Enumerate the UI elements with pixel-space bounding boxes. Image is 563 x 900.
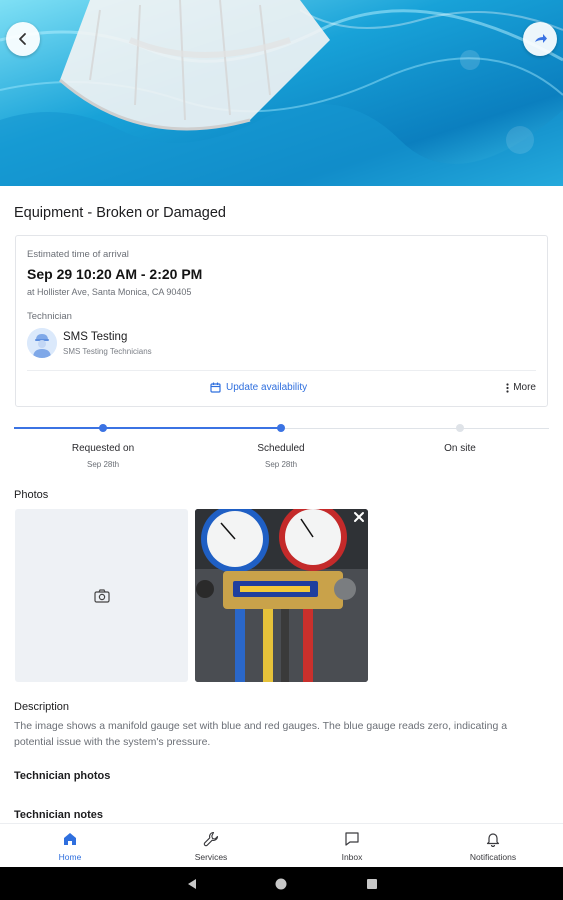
arrow-left-icon: [19, 33, 26, 45]
pool-cleaning-illustration: [0, 0, 563, 186]
eta-time: Sep 29 10:20 AM - 2:20 PM: [27, 266, 203, 282]
step-date-requested: Sep 28th: [86, 460, 120, 469]
eta-label: Estimated time of arrival: [27, 249, 129, 260]
nav-services[interactable]: Services: [161, 824, 261, 868]
step-label-onsite: On site: [444, 443, 476, 454]
nav-inbox[interactable]: Inbox: [302, 824, 402, 868]
step-date-scheduled: Sep 28th: [264, 460, 298, 469]
nav-home-label: Home: [58, 852, 82, 862]
add-photo-button[interactable]: [15, 509, 188, 682]
technician-name: SMS Testing: [63, 331, 128, 343]
step-label-scheduled: Scheduled: [257, 443, 305, 454]
back-button[interactable]: [6, 22, 40, 56]
home-icon: [64, 833, 76, 845]
technician-avatar: [27, 328, 57, 358]
remove-photo-button[interactable]: [352, 510, 366, 524]
technician-avatar-icon: [27, 328, 57, 358]
description-text: The image shows a manifold gauge set wit…: [14, 720, 508, 748]
message-icon: [345, 832, 359, 846]
status-progress: Requested on Sep 28th Scheduled Sep 28th…: [14, 420, 549, 470]
system-home-icon[interactable]: [273, 876, 289, 892]
card-divider: [27, 370, 536, 371]
system-navigation-bar: [0, 867, 563, 900]
more-button[interactable]: More: [506, 382, 536, 393]
progress-track-filled: [14, 427, 282, 429]
technician-notes-heading: Technician notes: [14, 809, 104, 821]
nav-notifications[interactable]: Notifications: [443, 824, 543, 868]
update-availability-label: Update availability: [226, 382, 308, 393]
step-label-requested: Requested on: [71, 443, 135, 454]
calendar-icon: [210, 382, 221, 393]
bell-icon: [486, 833, 500, 847]
close-icon: [354, 512, 364, 522]
uploaded-photo-thumbnail[interactable]: [195, 509, 368, 682]
eta-card: Estimated time of arrival Sep 29 10:20 A…: [15, 235, 548, 407]
system-recents-icon[interactable]: [364, 876, 380, 892]
progress-dot-scheduled: [277, 424, 285, 432]
camera-icon: [93, 588, 110, 603]
more-label: More: [513, 382, 536, 393]
wrench-icon: [203, 831, 219, 847]
bottom-navigation: Home Services Inbox Notifications: [0, 823, 563, 867]
description-heading: Description: [14, 701, 70, 713]
progress-dot-requested: [99, 424, 107, 432]
hero-pool-image: [0, 0, 563, 186]
app-root: Equipment - Broken or Damaged Estimated …: [0, 0, 563, 900]
more-vertical-icon: [506, 382, 509, 393]
nav-notifications-label: Notifications: [469, 852, 517, 862]
share-button[interactable]: [523, 22, 557, 56]
share-icon: [535, 34, 547, 43]
system-back-icon[interactable]: [184, 876, 200, 892]
nav-inbox-label: Inbox: [341, 852, 363, 862]
update-availability-button[interactable]: Update availability: [210, 382, 307, 393]
technician-company: SMS Testing Technicians: [63, 347, 152, 356]
technician-label: Technician: [27, 311, 72, 322]
nav-services-label: Services: [194, 852, 228, 862]
eta-address: at Hollister Ave, Santa Monica, CA 90405: [27, 287, 192, 297]
request-title: Equipment - Broken or Damaged: [14, 205, 226, 221]
photos-heading: Photos: [14, 489, 49, 501]
manifold-gauge-photo: [195, 509, 368, 682]
nav-home[interactable]: Home: [20, 824, 120, 868]
technician-photos-heading: Technician photos: [14, 770, 111, 782]
progress-dot-onsite: [456, 424, 464, 432]
